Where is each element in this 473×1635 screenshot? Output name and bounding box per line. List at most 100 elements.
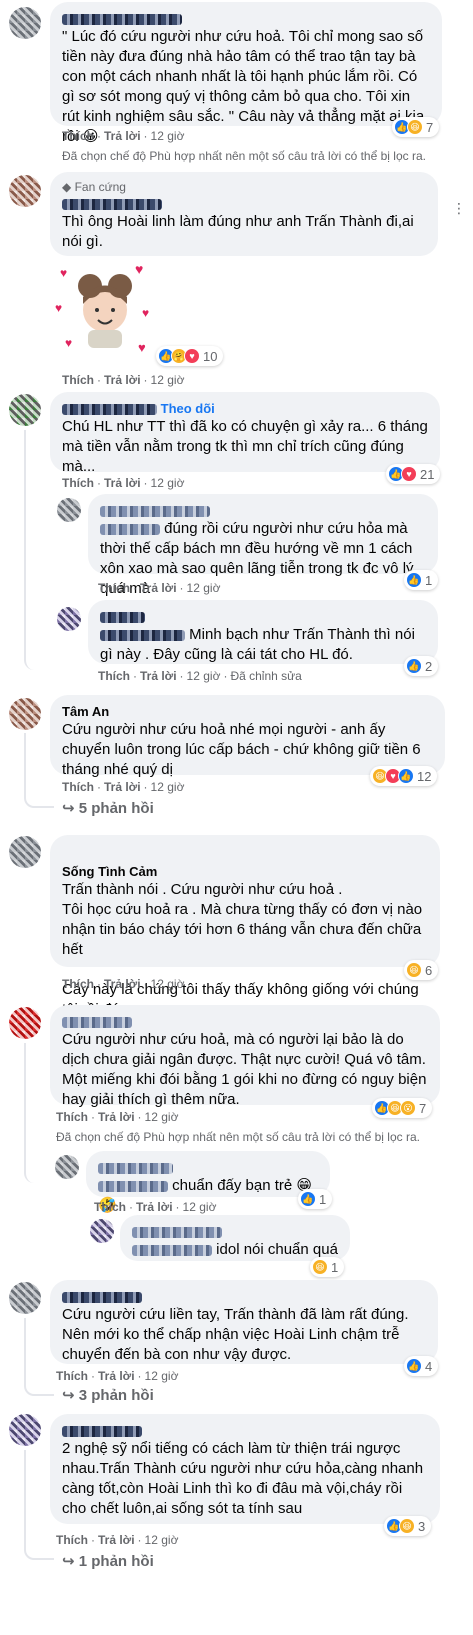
reply-link[interactable]: Trả lời bbox=[104, 129, 141, 143]
reaction-summary[interactable]: 👍 2 bbox=[404, 656, 439, 676]
avatar[interactable] bbox=[55, 1155, 79, 1179]
wow-reaction-icon: 😮 bbox=[400, 1100, 416, 1116]
author-name[interactable] bbox=[62, 1013, 428, 1030]
timestamp[interactable]: 12 giờ bbox=[187, 669, 221, 683]
reaction-count: 2 bbox=[425, 658, 433, 674]
timestamp[interactable]: 12 giờ bbox=[145, 1110, 179, 1124]
avatar[interactable] bbox=[9, 1007, 41, 1039]
timestamp[interactable]: 12 giờ bbox=[145, 1533, 179, 1547]
filter-note: Đã chọn chế độ Phù hợp nhất nên một số c… bbox=[62, 149, 426, 163]
more-options-icon[interactable]: ⋮ bbox=[452, 200, 466, 217]
reply-link[interactable]: Trả lời bbox=[98, 1533, 135, 1547]
reply-link[interactable]: Trả lời bbox=[98, 1110, 135, 1124]
like-link[interactable]: Thích bbox=[56, 1533, 88, 1547]
avatar[interactable] bbox=[9, 1282, 41, 1314]
comment-actions: Thích · Trả lời · 12 giờ · Đã chỉnh sửa bbox=[98, 669, 302, 683]
reply-bubble: idol nói chuẩn quá bbox=[120, 1215, 350, 1261]
svg-text:♥: ♥ bbox=[135, 261, 143, 277]
like-reaction-icon: 👍 bbox=[406, 572, 422, 588]
author-name[interactable]: Sống Tình Cảm bbox=[62, 863, 428, 880]
reply-bubble: chuẩn đấy bạn trẻ 😁🤣 bbox=[86, 1151, 330, 1214]
view-replies-link[interactable]: ↪ 3 phản hồi bbox=[62, 1386, 154, 1406]
avatar[interactable] bbox=[9, 175, 41, 207]
reaction-summary[interactable]: 👍 😆 3 bbox=[384, 1516, 432, 1536]
author-name[interactable]: Tâm An bbox=[62, 703, 433, 720]
comment-bubble: Cứu người như cứu hoả, mà có người lại b… bbox=[50, 1005, 440, 1108]
reaction-count: 1 bbox=[425, 572, 433, 588]
author-name[interactable] bbox=[132, 1223, 338, 1240]
view-replies-link[interactable]: ↪ 1 phản hồi bbox=[62, 1552, 154, 1572]
author-name[interactable] bbox=[100, 502, 426, 519]
author-name[interactable] bbox=[98, 1159, 318, 1176]
reaction-summary[interactable]: 👍 1 bbox=[404, 570, 439, 590]
reply-link[interactable]: Trả lời bbox=[104, 373, 141, 387]
reaction-summary[interactable]: 😆 ♥ 👍 12 bbox=[370, 766, 438, 786]
timestamp[interactable]: 12 giờ bbox=[151, 780, 185, 794]
author-name[interactable] bbox=[62, 10, 430, 27]
timestamp[interactable]: 12 giờ bbox=[151, 129, 185, 143]
like-link[interactable]: Thích bbox=[56, 1110, 88, 1124]
author-name[interactable] bbox=[62, 1288, 426, 1305]
author-name[interactable] bbox=[62, 1422, 428, 1439]
reaction-summary[interactable]: 👍 4 bbox=[404, 1356, 439, 1376]
author-name[interactable] bbox=[62, 195, 426, 212]
like-reaction-icon: 👍 bbox=[300, 1191, 316, 1207]
reply-link[interactable]: Trả lời bbox=[98, 1369, 135, 1383]
timestamp[interactable]: 12 giờ bbox=[151, 373, 185, 387]
reaction-summary[interactable]: 👍 😆 😮 7 bbox=[372, 1098, 433, 1118]
reply-link[interactable]: Trả lời bbox=[104, 780, 141, 794]
reply-link[interactable]: Trả lời bbox=[140, 581, 177, 595]
reaction-summary[interactable]: 👍 😆 7 bbox=[392, 117, 440, 137]
timestamp[interactable]: 12 giờ bbox=[187, 581, 221, 595]
like-link[interactable]: Thích bbox=[98, 669, 130, 683]
like-link[interactable]: Thích bbox=[62, 373, 94, 387]
reply-link[interactable]: Trả lời bbox=[136, 1200, 173, 1214]
like-link[interactable]: Thích bbox=[94, 1200, 126, 1214]
timestamp[interactable]: 12 giờ bbox=[145, 1369, 179, 1383]
reply-link[interactable]: Trả lời bbox=[140, 669, 177, 683]
comment-actions: Thích · Trả lời · 12 giờ bbox=[62, 129, 185, 143]
author-name[interactable] bbox=[100, 608, 426, 625]
reaction-count: 3 bbox=[418, 1518, 426, 1534]
timestamp[interactable]: 12 giờ bbox=[151, 476, 185, 490]
comment-actions: Thích · Trả lời · 12 giờ bbox=[94, 1200, 217, 1214]
avatar[interactable] bbox=[9, 836, 41, 868]
reaction-summary[interactable]: 😆 1 bbox=[310, 1257, 345, 1277]
like-reaction-icon: 👍 bbox=[398, 768, 414, 784]
haha-reaction-icon: 😆 bbox=[399, 1518, 415, 1534]
avatar[interactable] bbox=[9, 394, 41, 426]
avatar[interactable] bbox=[9, 1414, 41, 1446]
avatar[interactable] bbox=[9, 7, 41, 39]
edited-label[interactable]: Đã chỉnh sửa bbox=[230, 669, 301, 683]
timestamp[interactable]: 12 giờ bbox=[183, 1200, 217, 1214]
like-link[interactable]: Thích bbox=[62, 780, 94, 794]
timestamp[interactable]: 12 giờ bbox=[151, 977, 185, 991]
avatar[interactable] bbox=[9, 698, 41, 730]
follow-link[interactable]: Theo dõi bbox=[161, 401, 215, 416]
avatar[interactable] bbox=[57, 498, 81, 522]
reply-link[interactable]: Trả lời bbox=[104, 476, 141, 490]
like-link[interactable]: Thích bbox=[62, 476, 94, 490]
reaction-summary[interactable]: 😆 6 bbox=[404, 960, 439, 980]
view-replies-link[interactable]: ↪ 5 phản hồi bbox=[62, 799, 154, 819]
comment-text: Cứu người cứu liền tay, Trấn thành đã là… bbox=[62, 1306, 409, 1363]
like-link[interactable]: Thích bbox=[62, 977, 94, 991]
like-link[interactable]: Thích bbox=[62, 129, 94, 143]
comment-text: Chú HL như TT thì đã ko có chuyện gì xảy… bbox=[62, 418, 428, 475]
avatar[interactable] bbox=[90, 1219, 114, 1243]
like-link[interactable]: Thích bbox=[98, 581, 130, 595]
reaction-count: 1 bbox=[319, 1191, 327, 1207]
reaction-summary[interactable]: 👍 ♥ 21 bbox=[386, 464, 441, 484]
comment-bubble: Cứu người cứu liền tay, Trấn thành đã là… bbox=[50, 1280, 438, 1364]
avatar[interactable] bbox=[57, 607, 81, 631]
comment-actions: Thích · Trả lời · 12 giờ bbox=[62, 373, 185, 387]
comment-actions: Thích · Trả lời · 12 giờ bbox=[56, 1533, 179, 1547]
reaction-summary[interactable]: 👍 🤗 ♥ 10 bbox=[156, 346, 224, 366]
comment-actions: Thích · Trả lời · 12 giờ bbox=[62, 476, 185, 490]
reaction-summary[interactable]: 👍 1 bbox=[298, 1189, 333, 1209]
reply-link[interactable]: Trả lời bbox=[104, 977, 141, 991]
reply-arrow-icon: ↪ bbox=[62, 1387, 79, 1404]
author-name[interactable]: Theo dõi bbox=[62, 400, 428, 417]
like-link[interactable]: Thích bbox=[56, 1369, 88, 1383]
svg-text:♥: ♥ bbox=[55, 301, 62, 315]
